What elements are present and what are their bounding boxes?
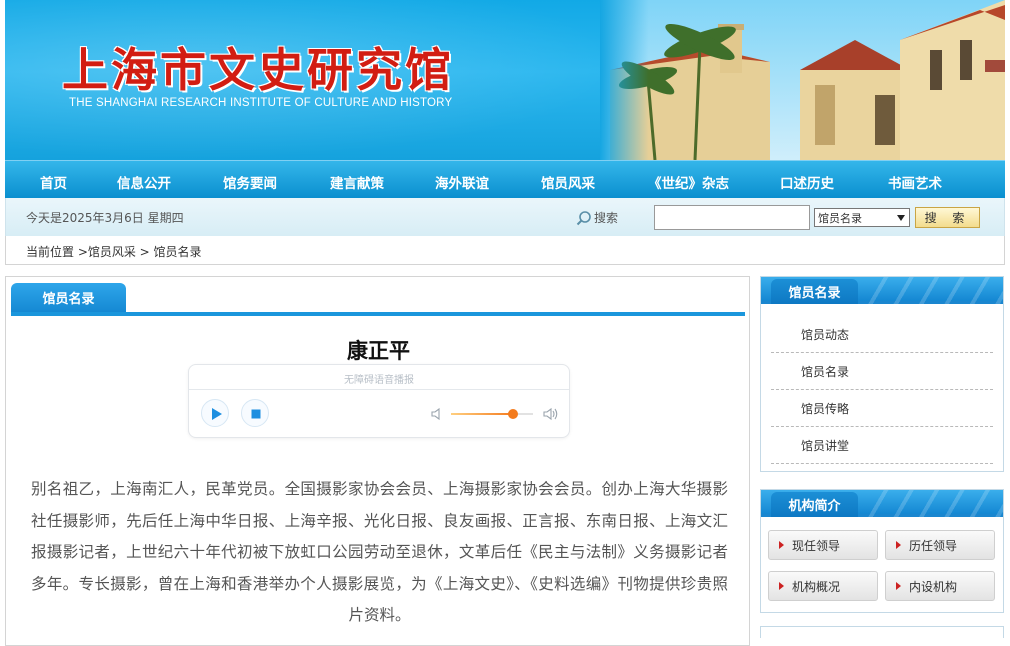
main-nav: 首页 信息公开 馆务要闻 建言献策 海外联谊 馆员风采 《世纪》杂志 口述历史 … (5, 160, 1005, 198)
tab-member-list[interactable]: 馆员名录 (11, 283, 126, 312)
arrow-right-icon (779, 582, 784, 590)
stop-icon (251, 409, 261, 419)
audio-player: 无障碍语音播报 (188, 364, 570, 438)
nav-members[interactable]: 馆员风采 (541, 172, 595, 192)
main-tab-bar: 馆员名录 (11, 283, 745, 316)
nav-art[interactable]: 书画艺术 (888, 172, 942, 192)
search-category-value: 馆员名录 (818, 211, 862, 225)
breadcrumb: 当前位置 >馆员风采 > 馆员名录 (5, 236, 1005, 265)
sidebar-member-box: 馆员名录 馆员动态 馆员名录 馆员传略 馆员讲堂 (760, 276, 1004, 472)
search-input[interactable] (654, 205, 810, 230)
site-title[interactable]: 上海市文史研究馆 (62, 34, 454, 100)
sidebar-item-member-bios[interactable]: 馆员传略 (771, 390, 993, 427)
header-stripes (863, 277, 1003, 304)
sidebar-member-header: 馆员名录 (761, 277, 1003, 304)
search-label: 搜索 (576, 209, 618, 226)
sidebar-org-title[interactable]: 机构简介 (771, 492, 858, 517)
volume-slider[interactable] (451, 409, 533, 419)
departments-label: 内设机构 (909, 579, 958, 594)
building-photo (600, 0, 1005, 160)
past-leaders-label: 历任领导 (909, 538, 958, 553)
current-leaders-label: 现任领导 (792, 538, 841, 553)
volume-knob[interactable] (508, 409, 519, 419)
play-button[interactable] (201, 399, 229, 427)
nav-oral-history[interactable]: 口述历史 (780, 172, 834, 192)
member-biography: 别名祖乙，上海南汇人，民革党员。全国摄影家协会会员、上海摄影家协会会员。创办上海… (31, 480, 728, 624)
sidebar-member-list: 馆员动态 馆员名录 馆员传略 馆员讲堂 (771, 316, 993, 464)
sidebar-item-member-list[interactable]: 馆员名录 (771, 353, 993, 390)
org-overview-button[interactable]: 机构概况 (768, 571, 878, 601)
main-panel: 馆员名录 康正平 无障碍语音播报 别名祖乙，上海南汇人，民革党员。全国摄影家协会… (5, 276, 750, 646)
arrow-right-icon (779, 541, 784, 549)
search-button[interactable]: 搜 索 (915, 207, 980, 228)
sidebar-item-member-lectures[interactable]: 馆员讲堂 (771, 427, 993, 464)
nav-suggestions[interactable]: 建言献策 (330, 172, 384, 192)
play-icon (212, 408, 222, 420)
arrow-right-icon (896, 582, 901, 590)
player-divider (189, 389, 569, 390)
volume-fill (451, 413, 514, 415)
sidebar-next-box (760, 626, 1004, 638)
sidebar-member-title[interactable]: 馆员名录 (771, 279, 858, 304)
player-caption: 无障碍语音播报 (344, 375, 414, 386)
search-category-select[interactable]: 馆员名录 (814, 208, 910, 227)
nav-magazine[interactable]: 《世纪》杂志 (648, 172, 729, 192)
nav-home[interactable]: 首页 (40, 172, 67, 192)
person-name: 康正平 (347, 339, 410, 363)
sidebar-org-header: 机构简介 (761, 490, 1003, 517)
arrow-right-icon (896, 541, 901, 549)
nav-news[interactable]: 馆务要闻 (223, 172, 277, 192)
site-subtitle: THE SHANGHAI RESEARCH INSTITUTE OF CULTU… (69, 97, 453, 109)
site-banner: 上海市文史研究馆 THE SHANGHAI RESEARCH INSTITUTE… (5, 0, 1005, 160)
header-stripes (863, 490, 1003, 517)
search-icon (576, 210, 591, 225)
nav-info-public[interactable]: 信息公开 (117, 172, 171, 192)
stop-button[interactable] (241, 399, 269, 427)
volume-low-icon[interactable] (430, 407, 444, 421)
departments-button[interactable]: 内设机构 (885, 571, 995, 601)
volume-high-icon[interactable] (543, 407, 559, 421)
sidebar-item-member-news[interactable]: 馆员动态 (771, 316, 993, 353)
past-leaders-button[interactable]: 历任领导 (885, 530, 995, 560)
current-leaders-button[interactable]: 现任领导 (768, 530, 878, 560)
sidebar-org-box: 机构简介 现任领导 历任领导 机构概况 内设机构 (760, 489, 1004, 613)
search-strip: 今天是2025年3月6日 星期四 搜索 馆员名录 搜 索 (5, 198, 1005, 236)
search-label-text: 搜索 (594, 211, 619, 225)
chevron-down-icon (897, 214, 905, 221)
nav-overseas[interactable]: 海外联谊 (435, 172, 489, 192)
date-text: 今天是2025年3月6日 星期四 (26, 211, 184, 225)
org-overview-label: 机构概况 (792, 579, 841, 594)
